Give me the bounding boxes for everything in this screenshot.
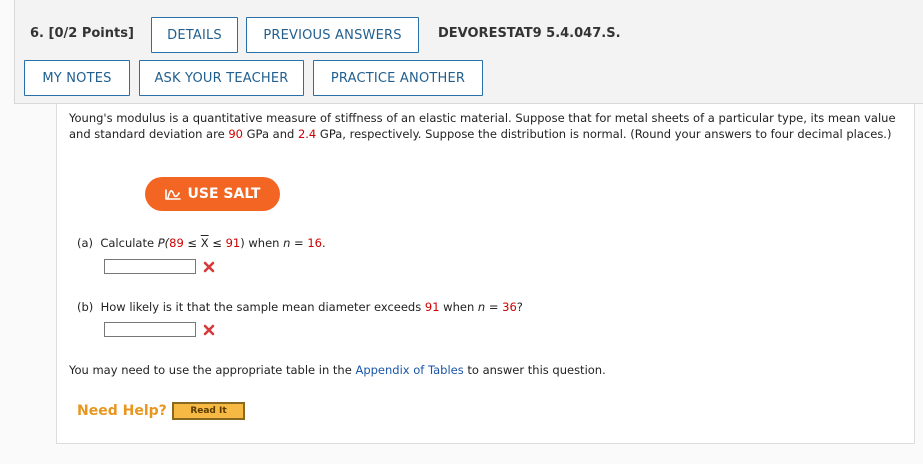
period: . [321,236,326,250]
appendix-note: You may need to use the appropriate tabl… [69,363,606,377]
part-b-n-value: 36 [502,300,517,314]
prob-open: P( [157,236,170,250]
use-salt-button[interactable]: USE SALT [145,177,280,211]
part-a-high: 91 [225,236,241,250]
question-body: Young's modulus is a quantitative measur… [56,104,915,444]
part-a-label: (a) [77,236,94,250]
question-mark: ? [516,300,523,314]
part-a-low: 89 [169,236,184,250]
previous-answers-button[interactable]: PREVIOUS ANSWERS [246,17,419,53]
problem-text: GPa and [242,127,298,141]
leq-symbol: ≤ [183,236,201,250]
details-button[interactable]: DETAILS [151,17,238,53]
part-a-n-value: 16 [307,236,322,250]
question-number-points: 6. [0/2 Points] [30,26,134,41]
points-label: [0/2 Points] [48,26,134,41]
problem-statement: Young's modulus is a quantitative measur… [69,110,907,142]
my-notes-button[interactable]: MY NOTES [24,60,130,96]
part-a-prompt: (a) Calculate P(89 ≤ X ≤ 91) when n = 16… [77,236,326,250]
leq-symbol: ≤ [208,236,226,250]
use-salt-label: USE SALT [187,186,261,202]
part-a-text: Calculate [100,236,158,250]
part-b-text: How likely is it that the sample mean di… [100,300,425,314]
part-b-threshold: 91 [424,300,440,314]
sd-value: 2.4 [297,127,317,141]
salt-icon [164,189,181,200]
when-text: when [439,300,478,314]
equals-sign: = [485,300,503,314]
need-help-label: Need Help? [77,403,167,419]
incorrect-x-icon [203,324,215,336]
read-it-button[interactable]: Read It [172,402,245,420]
problem-code: DEVORESTAT9 5.4.047.S. [438,26,621,41]
part-b-answer-input[interactable] [104,322,196,337]
when-text: when [244,236,284,250]
question-number: 6. [30,26,44,41]
incorrect-x-icon [203,261,215,273]
appendix-of-tables-link[interactable]: Appendix of Tables [355,363,463,377]
mean-value: 90 [228,127,243,141]
part-b-prompt: (b) How likely is it that the sample mea… [77,300,523,314]
appendix-text: You may need to use the appropriate tabl… [69,363,356,377]
part-b-label: (b) [77,300,94,314]
problem-text: GPa, respectively. Suppose the distribut… [316,127,892,141]
appendix-text: to answer this question. [463,363,606,377]
practice-another-button[interactable]: PRACTICE ANOTHER [313,60,483,96]
part-a-answer-input[interactable] [104,259,196,274]
equals-sign: = [290,236,308,250]
ask-your-teacher-button[interactable]: ASK YOUR TEACHER [139,60,304,96]
xbar-symbol: X [200,236,209,250]
